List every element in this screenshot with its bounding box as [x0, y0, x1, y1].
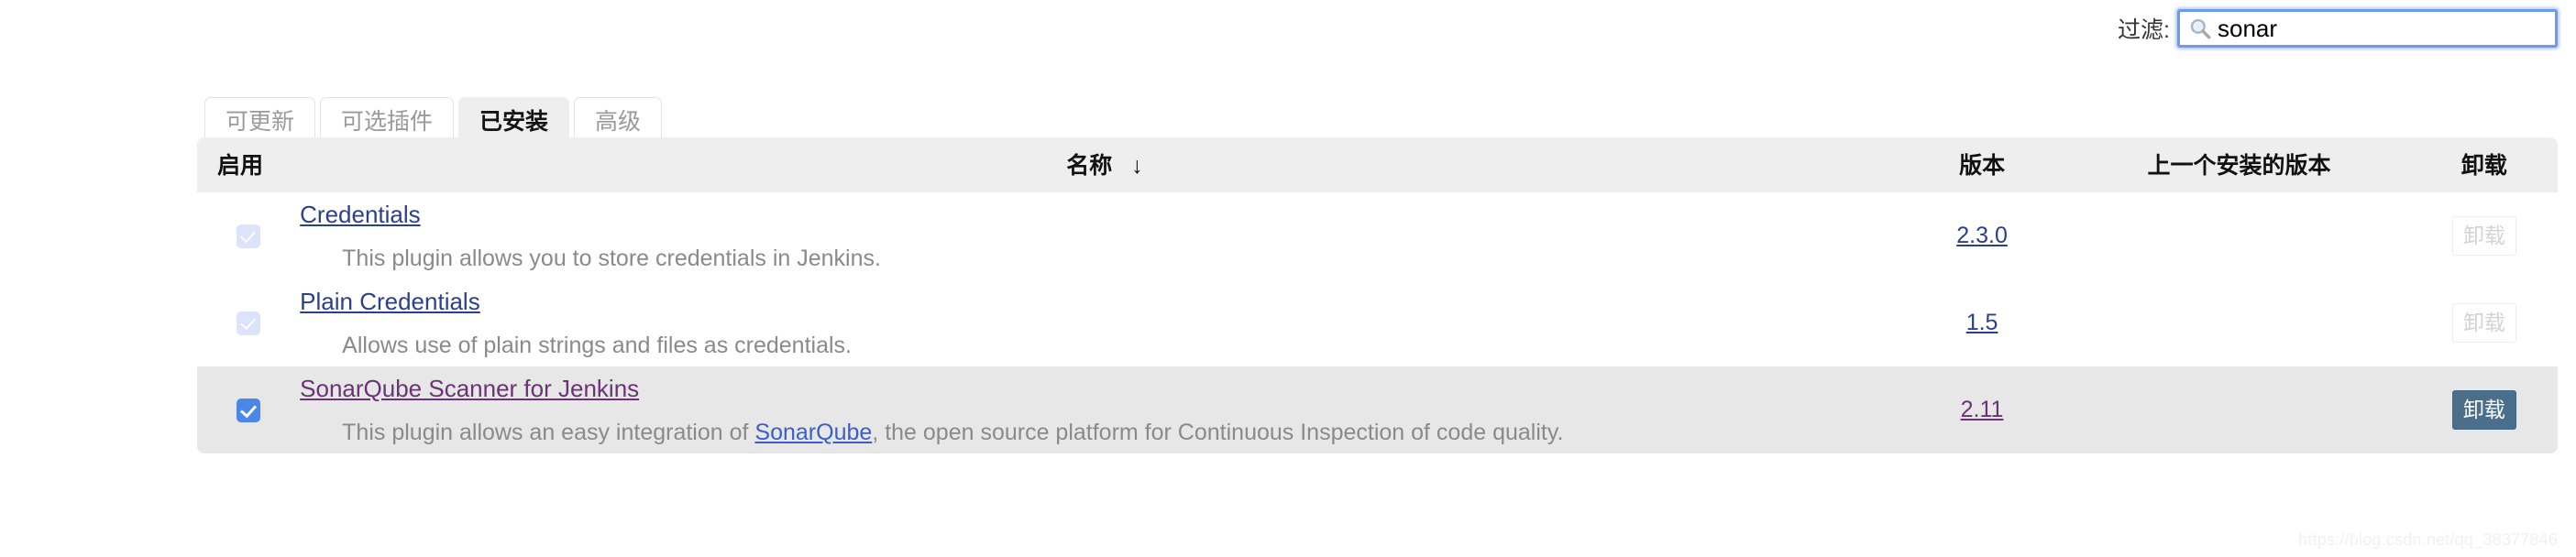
- header-previous-version[interactable]: 上一个安装的版本: [2054, 137, 2424, 192]
- uninstall-button: 卸载: [2451, 303, 2516, 343]
- sort-descending-icon: ↓: [1131, 153, 1143, 179]
- row-uninstall-cell: 卸载: [2423, 192, 2558, 279]
- row-enable-cell: [197, 366, 301, 453]
- filter-bar: 过滤:: [2118, 9, 2558, 48]
- uninstall-button: 卸载: [2451, 216, 2516, 256]
- row-previous-version-cell: [2054, 279, 2424, 366]
- header-enable[interactable]: 启用: [197, 137, 301, 192]
- row-previous-version-cell: [2054, 366, 2424, 453]
- header-name[interactable]: 名称 ↓: [300, 137, 1910, 192]
- row-enable-cell: [197, 192, 301, 279]
- plugin-version-link[interactable]: 2.3.0: [1956, 223, 2008, 248]
- plugin-title-link[interactable]: Plain Credentials: [300, 288, 480, 315]
- plugin-description-text-tail: , the open source platform for Continuou…: [872, 419, 1564, 445]
- filter-label: 过滤:: [2118, 17, 2170, 43]
- plugin-description-text: This plugin allows you to store credenti…: [342, 245, 881, 271]
- enable-checkbox: [237, 311, 261, 335]
- filter-input-container[interactable]: [2177, 9, 2558, 48]
- plugin-version-link[interactable]: 1.5: [1966, 310, 1998, 335]
- row-previous-version-cell: [2054, 192, 2424, 279]
- table-header-row: 启用 名称 ↓ 版本 上一个安装的版本 卸载: [197, 137, 2558, 192]
- search-input[interactable]: [2218, 13, 2555, 44]
- row-version-cell: 1.5: [1909, 279, 2055, 366]
- search-icon: [2190, 18, 2211, 39]
- header-name-label: 名称: [1066, 153, 1113, 179]
- header-version[interactable]: 版本: [1909, 137, 2055, 192]
- plugin-manager-tabs: 可更新 可选插件 已安装 高级: [204, 93, 666, 141]
- row-enable-cell: [197, 279, 301, 366]
- plugin-version-link[interactable]: 2.11: [1961, 397, 2004, 422]
- plugin-description: Allows use of plain strings and files as…: [300, 332, 1910, 359]
- plugin-description: This plugin allows you to store credenti…: [300, 245, 1910, 272]
- enable-checkbox[interactable]: [237, 398, 261, 422]
- tab-updates[interactable]: 可更新: [204, 97, 316, 141]
- plugin-description-text: Allows use of plain strings and files as…: [342, 332, 852, 358]
- row-name-cell: Plain Credentials Allows use of plain st…: [300, 279, 1910, 366]
- row-name-cell: SonarQube Scanner for Jenkins This plugi…: [300, 366, 1910, 453]
- row-name-cell: Credentials This plugin allows you to st…: [300, 192, 1910, 279]
- row-version-cell: 2.3.0: [1909, 192, 2055, 279]
- table-row: Plain Credentials Allows use of plain st…: [197, 279, 2558, 366]
- enable-checkbox: [237, 224, 261, 248]
- row-uninstall-cell: 卸载: [2423, 366, 2558, 453]
- watermark-text: https://blog.csdn.net/qq_38377846: [2298, 530, 2558, 549]
- row-uninstall-cell: 卸载: [2423, 279, 2558, 366]
- tab-installed[interactable]: 已安装: [458, 97, 570, 141]
- table-row: Credentials This plugin allows you to st…: [197, 192, 2558, 279]
- tab-available[interactable]: 可选插件: [320, 97, 455, 141]
- plugin-description: This plugin allows an easy integration o…: [300, 419, 1910, 446]
- header-uninstall: 卸载: [2423, 137, 2558, 192]
- sonarqube-link[interactable]: SonarQube: [754, 420, 872, 445]
- plugin-title-link[interactable]: SonarQube Scanner for Jenkins: [300, 375, 639, 402]
- uninstall-button[interactable]: 卸载: [2451, 390, 2516, 430]
- installed-plugins-table: 启用 名称 ↓ 版本 上一个安装的版本 卸载 Credentials This …: [197, 137, 2558, 453]
- tab-advanced[interactable]: 高级: [574, 97, 663, 141]
- table-row: SonarQube Scanner for Jenkins This plugi…: [197, 366, 2558, 453]
- plugin-description-text: This plugin allows an easy integration o…: [342, 419, 755, 445]
- plugin-title-link[interactable]: Credentials: [300, 201, 421, 228]
- row-version-cell: 2.11: [1909, 366, 2055, 453]
